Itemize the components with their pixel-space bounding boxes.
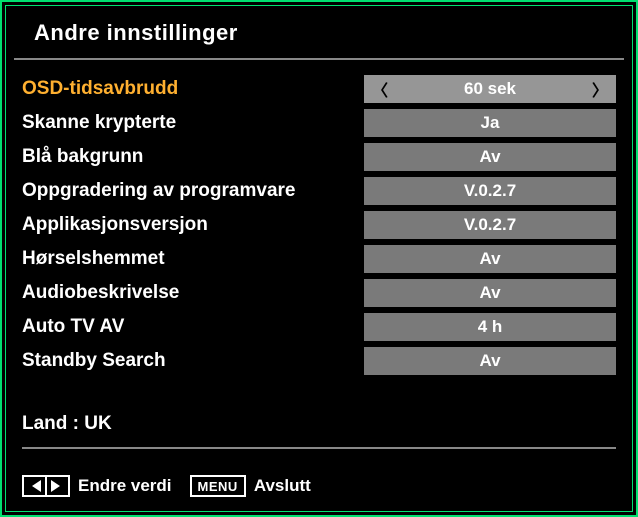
setting-value-text: 4 h — [478, 317, 503, 337]
page-title: Andre innstillinger — [34, 20, 604, 46]
setting-label: Standby Search — [22, 350, 364, 372]
divider-icon — [45, 477, 47, 495]
setting-row[interactable]: Standby Search Av — [22, 346, 616, 376]
setting-label: Oppgradering av programvare — [22, 180, 364, 202]
footer-hints: Endre verdi MENU Avslutt — [22, 475, 321, 497]
title-section: Andre innstillinger — [14, 6, 624, 60]
chevron-left-icon[interactable]: 〈 — [372, 77, 388, 101]
setting-label: Blå bakgrunn — [22, 146, 364, 168]
setting-value[interactable]: Ja — [364, 109, 616, 137]
setting-value-text: Ja — [481, 113, 500, 133]
setting-value[interactable]: 4 h — [364, 313, 616, 341]
country-label: Land : UK — [22, 413, 616, 435]
inner-frame: Andre innstillinger OSD-tidsavbrudd 〈 60 s… — [5, 5, 633, 512]
setting-value-text: 60 sek — [464, 79, 516, 99]
settings-list: OSD-tidsavbrudd 〈 60 sek 〉 Skanne krypterte J… — [6, 60, 632, 376]
setting-value-text: Av — [479, 351, 500, 371]
setting-label: Skanne krypterte — [22, 112, 364, 134]
setting-value-text: V.0.2.7 — [464, 215, 516, 235]
setting-value-text: V.0.2.7 — [464, 181, 516, 201]
setting-value[interactable]: 〈 60 sek 〉 — [364, 75, 616, 103]
setting-label: Auto TV AV — [22, 316, 364, 338]
country-section: Land : UK — [22, 413, 616, 449]
setting-value-text: Av — [479, 249, 500, 269]
triangle-left-icon — [32, 480, 41, 492]
exit-label: Avslutt — [254, 476, 311, 496]
setting-row[interactable]: OSD-tidsavbrudd 〈 60 sek 〉 — [22, 74, 616, 104]
setting-row[interactable]: Oppgradering av programvare V.0.2.7 — [22, 176, 616, 206]
setting-value-text: Av — [479, 147, 500, 167]
setting-label: Applikasjonsversjon — [22, 214, 364, 236]
setting-row[interactable]: Hørselshemmet Av — [22, 244, 616, 274]
setting-value[interactable]: Av — [364, 347, 616, 375]
nav-arrows-icon — [22, 475, 70, 497]
setting-value[interactable]: V.0.2.7 — [364, 211, 616, 239]
outer-frame: Andre innstillinger OSD-tidsavbrudd 〈 60 s… — [0, 0, 638, 517]
chevron-right-icon[interactable]: 〉 — [592, 77, 608, 101]
setting-value[interactable]: V.0.2.7 — [364, 177, 616, 205]
setting-value-text: Av — [479, 283, 500, 303]
setting-value[interactable]: Av — [364, 143, 616, 171]
setting-row[interactable]: Skanne krypterte Ja — [22, 108, 616, 138]
triangle-right-icon — [51, 480, 60, 492]
menu-button-icon: MENU — [190, 475, 246, 497]
change-value-label: Endre verdi — [78, 476, 172, 496]
setting-label: Hørselshemmet — [22, 248, 364, 270]
setting-label: Audiobeskrivelse — [22, 282, 364, 304]
setting-value[interactable]: Av — [364, 245, 616, 273]
setting-row[interactable]: Applikasjonsversjon V.0.2.7 — [22, 210, 616, 240]
setting-label: OSD-tidsavbrudd — [22, 78, 364, 100]
setting-row[interactable]: Auto TV AV 4 h — [22, 312, 616, 342]
setting-row[interactable]: Blå bakgrunn Av — [22, 142, 616, 172]
setting-value[interactable]: Av — [364, 279, 616, 307]
setting-row[interactable]: Audiobeskrivelse Av — [22, 278, 616, 308]
